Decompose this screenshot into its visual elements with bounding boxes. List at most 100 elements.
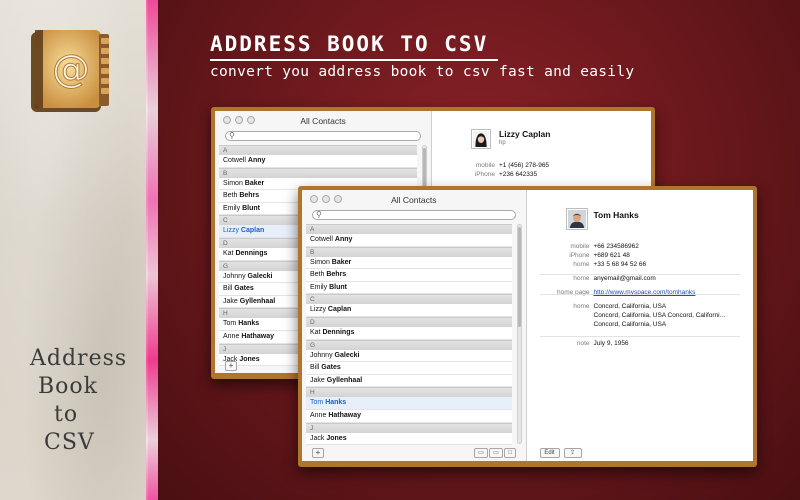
section-header: C bbox=[306, 294, 512, 305]
sidebar-title-line: to bbox=[54, 402, 79, 427]
list-item[interactable]: Cotwell Anny bbox=[306, 234, 512, 247]
section-header: B bbox=[306, 246, 512, 257]
field-label: mobile bbox=[570, 243, 590, 250]
list-item[interactable]: Johnny Galecki bbox=[306, 349, 512, 363]
search-icon: ⚲ bbox=[316, 210, 322, 219]
contact-first-name: Jake bbox=[223, 297, 238, 305]
contact-last-name: Dennings bbox=[322, 328, 355, 336]
list-item[interactable]: Simon Baker bbox=[306, 256, 512, 270]
section-header: H bbox=[306, 387, 512, 398]
field-value: +1 (456) 278-965 bbox=[499, 162, 550, 169]
contact-last-name: Galecki bbox=[334, 351, 360, 359]
contact-first-name: Jake bbox=[310, 376, 325, 384]
list-item[interactable]: Tom Hanks bbox=[306, 397, 512, 410]
contact-last-name: Caplan bbox=[240, 227, 265, 235]
field-value: Concord, California, USA Concord, Califo… bbox=[593, 312, 726, 319]
section-header: D bbox=[306, 316, 512, 327]
field-value: anyemail@gmail.com bbox=[593, 275, 656, 282]
add-contact-button[interactable]: + bbox=[312, 448, 324, 458]
share-button[interactable]: ⇪ bbox=[563, 448, 582, 458]
contact-last-name: Baker bbox=[244, 179, 265, 187]
contact-last-name: Blunt bbox=[242, 204, 260, 212]
contact-first-name: Emily bbox=[223, 204, 241, 212]
contact-last-name: Baker bbox=[331, 258, 352, 266]
list-item[interactable]: Beth Behrs bbox=[306, 269, 512, 282]
contact-first-name: Johnny bbox=[310, 351, 333, 359]
search-icon: ⚲ bbox=[229, 131, 235, 140]
contact-first-name: Jack bbox=[310, 434, 325, 442]
contact-last-name: Anny bbox=[247, 157, 266, 164]
homepage-link[interactable]: http://www.myspace.com/tomhanks bbox=[594, 288, 696, 297]
list-item[interactable]: Cotwell Anny bbox=[219, 155, 418, 168]
edit-button[interactable]: Edit bbox=[539, 448, 560, 458]
avatar bbox=[473, 131, 489, 147]
field-value: Concord, California, USA bbox=[593, 321, 667, 328]
contact-last-name: Hanks bbox=[238, 320, 260, 328]
field-divider bbox=[539, 274, 740, 275]
sidebar-paper: @ Address Book to CSV bbox=[0, 0, 148, 500]
contact-first-name: Lizzy bbox=[310, 306, 326, 314]
section-header: B bbox=[219, 167, 418, 178]
contact-photo bbox=[471, 129, 491, 149]
list-item[interactable]: Bill Gates bbox=[306, 362, 512, 375]
contact-first-name: Bill bbox=[310, 364, 320, 372]
field-label: iPhone bbox=[474, 171, 495, 178]
field-value: Concord, California, USA bbox=[593, 303, 667, 310]
contacts-list-page: All Contacts ⚲ A Cotwell Anny B Simon Baker… bbox=[302, 190, 527, 461]
field-value: +33 5 68 94 52 66 bbox=[593, 261, 647, 268]
search-input[interactable]: ⚲ bbox=[312, 210, 516, 220]
hero-divider bbox=[210, 59, 498, 61]
pink-edge-decoration bbox=[146, 0, 158, 500]
contact-first-name: Cotwell bbox=[310, 236, 333, 243]
contact-last-name: Gates bbox=[234, 285, 254, 293]
address-book-app-icon: @ bbox=[31, 30, 109, 112]
field-divider bbox=[539, 294, 740, 295]
field-label: home bbox=[573, 303, 590, 310]
contact-first-name: Simon bbox=[310, 258, 330, 266]
field-label: iPhone bbox=[569, 252, 590, 259]
svg-text:@: @ bbox=[52, 47, 90, 91]
list-item[interactable]: Jake Gyllenhaal bbox=[306, 374, 512, 388]
list-item[interactable]: Emily Blunt bbox=[306, 281, 512, 295]
hero-title: Address Book to CSV bbox=[210, 32, 489, 56]
field-value: +689 621 48 bbox=[593, 252, 630, 259]
hero-subtitle: convert you address book to csv fast and… bbox=[210, 64, 635, 80]
contact-first-name: Simon bbox=[223, 179, 243, 187]
field-value: +66 234586962 bbox=[593, 243, 639, 250]
contact-first-name: Tom bbox=[223, 320, 237, 328]
contact-name: Lizzy Caplan bbox=[499, 129, 551, 139]
window-title: All Contacts bbox=[391, 195, 437, 205]
contact-last-name: Hathaway bbox=[241, 332, 274, 340]
list-item[interactable]: Lizzy Caplan bbox=[306, 304, 512, 317]
contact-last-name: Jones bbox=[326, 434, 347, 442]
sidebar-title: Address Book to CSV bbox=[20, 345, 140, 457]
contact-company: hp bbox=[499, 140, 506, 146]
contact-first-name: Anne bbox=[223, 332, 240, 340]
add-contact-button[interactable]: + bbox=[225, 361, 237, 371]
scrollbar[interactable] bbox=[516, 224, 522, 444]
list-item[interactable]: Anne Hathaway bbox=[306, 409, 512, 423]
field-label: mobile bbox=[475, 162, 495, 169]
scrollbar-thumb[interactable] bbox=[517, 227, 521, 327]
list-item[interactable]: Jack Jones bbox=[306, 432, 512, 446]
contact-last-name: Gyllenhaal bbox=[239, 297, 276, 305]
field-label: note bbox=[576, 340, 590, 347]
contact-name: Tom Hanks bbox=[593, 210, 639, 220]
contact-first-name: Anne bbox=[310, 411, 327, 419]
sidebar-title-line: CSV bbox=[44, 430, 95, 455]
contact-first-name: Lizzy bbox=[223, 227, 239, 235]
section-header: A bbox=[219, 145, 418, 155]
contact-last-name: Hanks bbox=[325, 399, 347, 407]
sidebar-title-line: Book bbox=[38, 374, 98, 399]
view-list-button[interactable]: ▭ bbox=[474, 448, 488, 458]
view-card-button[interactable]: ▭ bbox=[489, 448, 503, 458]
field-value: July 9, 1956 bbox=[593, 340, 629, 347]
list-item[interactable]: Kat Dennings bbox=[306, 326, 512, 340]
search-input[interactable]: ⚲ bbox=[225, 131, 422, 141]
contact-first-name: Kat bbox=[223, 249, 234, 257]
contact-last-name: Dennings bbox=[235, 249, 268, 257]
section-header: A bbox=[306, 224, 512, 234]
contact-last-name: Jones bbox=[239, 355, 260, 363]
contact-last-name: Anny bbox=[334, 236, 353, 243]
view-single-button[interactable]: □ bbox=[504, 448, 516, 458]
